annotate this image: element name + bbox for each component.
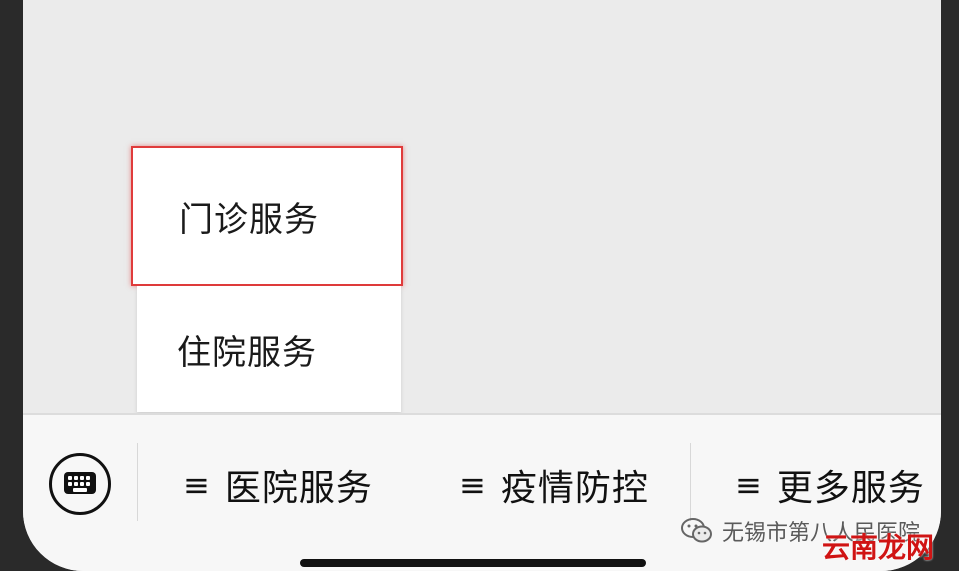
watermark-site: 云南龙网 xyxy=(822,531,935,564)
keyboard-toggle-button[interactable] xyxy=(49,453,111,515)
wechat-icon xyxy=(681,518,712,543)
menu-icon: ≡ xyxy=(735,466,763,504)
submenu-item-label: 门诊服务 xyxy=(179,199,319,240)
menu-icon: ≡ xyxy=(183,466,211,504)
menu-label: 更多服务 xyxy=(776,468,925,509)
menu-epidemic-control[interactable]: ≡ 疫情防控 xyxy=(459,455,649,515)
submenu-popup: 门诊服务 住院服务 xyxy=(131,146,403,412)
menu-more-services[interactable]: ≡ 更多服务 xyxy=(735,455,925,515)
submenu-item-label: 住院服务 xyxy=(177,332,317,373)
menu-hospital-services[interactable]: ≡ 医院服务 xyxy=(183,455,373,515)
divider xyxy=(690,443,691,521)
home-indicator[interactable] xyxy=(300,559,646,567)
menu-label: 疫情防控 xyxy=(500,468,649,509)
divider xyxy=(137,443,138,521)
submenu-item-inpatient[interactable]: 住院服务 xyxy=(137,286,401,412)
submenu-item-outpatient[interactable]: 门诊服务 xyxy=(131,146,403,286)
menu-label: 医院服务 xyxy=(224,468,373,509)
keyboard-icon xyxy=(64,472,96,494)
phone-screen: 门诊服务 住院服务 ≡ 医院服务 ≡ 疫情防控 ≡ 更多服务 xyxy=(23,0,941,571)
menu-icon: ≡ xyxy=(459,466,487,504)
bottom-menu-bar: ≡ 医院服务 ≡ 疫情防控 ≡ 更多服务 xyxy=(23,413,941,571)
